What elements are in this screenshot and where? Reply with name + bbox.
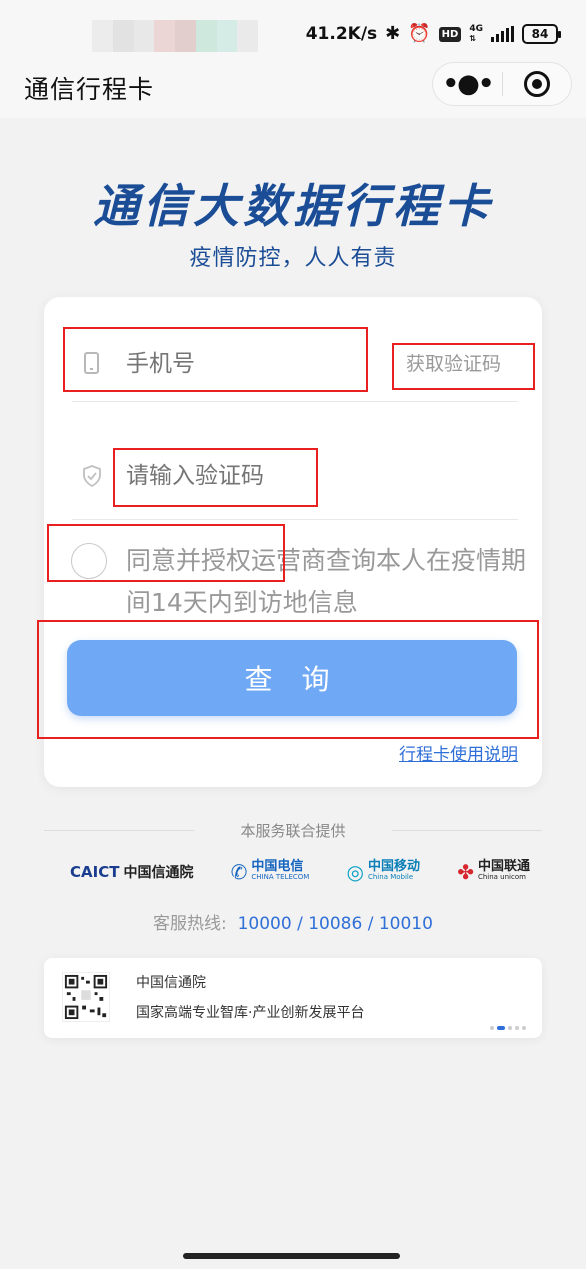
home-indicator[interactable] xyxy=(183,1253,400,1259)
code-input[interactable] xyxy=(126,457,346,495)
provider-logos: CAICT 中国信通院 ✆ 中国电信 CHINA TELECOM ◎ 中国移动 … xyxy=(70,858,530,886)
hotline-label: 客服热线: xyxy=(153,914,227,934)
hotline-separator: / xyxy=(367,914,374,934)
banner-title: 中国信通院 xyxy=(136,975,206,991)
caict-logo: CAICT 中国信通院 xyxy=(70,863,194,881)
close-miniapp-button[interactable] xyxy=(503,71,571,97)
china-mobile-logo: ◎ 中国移动 China Mobile xyxy=(346,859,420,884)
phone-icon xyxy=(84,352,99,374)
carousel-dots xyxy=(490,1026,526,1030)
more-dots-icon[interactable]: •●• xyxy=(433,62,502,106)
china-unicom-logo: ✤ 中国联通 China unicom xyxy=(457,859,530,884)
alarm-icon: ⏰ xyxy=(408,23,431,44)
provider-section: 本服务联合提供 xyxy=(44,818,542,844)
hotline-mobile[interactable]: 10086 xyxy=(308,914,362,934)
agree-checkbox[interactable] xyxy=(71,543,107,579)
battery-level: 84 xyxy=(531,27,549,41)
guide-link[interactable]: 行程卡使用说明 xyxy=(399,740,518,765)
hotline-unicom[interactable]: 10010 xyxy=(379,914,433,934)
target-close-icon xyxy=(523,71,550,97)
divider xyxy=(72,519,518,520)
hero-title: 通信大数据行程卡 xyxy=(93,179,493,233)
battery-icon: 84 xyxy=(522,24,561,44)
hd-badge: HD xyxy=(438,26,462,42)
query-button[interactable]: 查 询 xyxy=(67,640,517,716)
title-bar: 通信行程卡 •●• xyxy=(0,62,586,118)
miniapp-capsule: •●• xyxy=(432,62,572,106)
query-form-card: 获取验证码 同意并授权运营商查询本人在疫情期间14天内到访地信息 查 询 行程卡… xyxy=(44,297,542,787)
signal-icon xyxy=(491,26,514,42)
get-code-button[interactable]: 获取验证码 xyxy=(406,349,501,376)
phone-input[interactable] xyxy=(126,345,346,383)
banner-subtitle: 国家高端专业智库·产业创新发展平台 xyxy=(136,1005,365,1021)
net-speed: 41.2K/s xyxy=(305,24,378,44)
hotline-telecom[interactable]: 10000 xyxy=(238,914,292,934)
caict-banner[interactable]: 中国信通院 国家高端专业智库·产业创新发展平台 xyxy=(44,958,542,1038)
china-telecom-logo: ✆ 中国电信 CHINA TELECOM xyxy=(230,859,310,884)
shield-icon xyxy=(83,465,101,487)
network-type: 4G xyxy=(469,24,483,34)
hotline-separator: / xyxy=(297,914,303,934)
blurred-notification-area xyxy=(92,20,258,52)
agree-text: 同意并授权运营商查询本人在疫情期间14天内到访地信息 xyxy=(126,546,527,617)
divider xyxy=(72,401,518,402)
qr-code-image xyxy=(62,972,110,1022)
hotline: 客服热线: 10000 / 10086 / 10010 xyxy=(0,909,586,934)
network-indicator: 4G ⇅ xyxy=(469,24,483,44)
status-bar: 41.2K/s ✱ ⏰ HD 4G ⇅ 84 xyxy=(0,0,586,62)
page-title: 通信行程卡 xyxy=(24,75,155,104)
hero-subtitle: 疫情防控，人人有责 xyxy=(189,246,397,271)
bluetooth-icon: ✱ xyxy=(385,23,401,44)
